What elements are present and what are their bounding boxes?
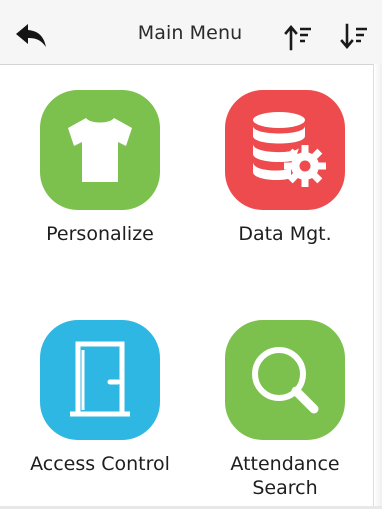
magnifier-icon [252, 347, 319, 414]
menu-item-personalize[interactable]: Personalize [15, 90, 185, 246]
sort-descending-icon [340, 23, 367, 50]
back-arrow-icon [16, 24, 46, 47]
menu-item-access-control[interactable]: Access Control [15, 320, 185, 476]
tshirt-icon [68, 118, 132, 182]
database-gear-icon [253, 112, 326, 187]
scrollbar-track[interactable] [373, 64, 382, 509]
attendance-search-tile [225, 320, 345, 440]
menu-item-label: Data Mgt. [238, 223, 332, 245]
menu-item-label-line1: Attendance [230, 453, 340, 475]
sort-ascending-icon [284, 24, 311, 51]
title-bar: Main Menu [0, 0, 382, 65]
menu-item-label: Personalize [46, 223, 154, 245]
data-mgt-tile [225, 90, 345, 210]
back-button[interactable] [14, 20, 50, 50]
page-title: Main Menu [137, 22, 243, 44]
menu-item-label: Attendance Search [200, 452, 370, 500]
door-icon [70, 341, 130, 417]
access-control-tile [40, 320, 160, 440]
personalize-tile [40, 90, 160, 210]
menu-item-label: Access Control [30, 453, 170, 475]
main-menu-screen: Main Menu Personalize Data Mgt. Access C… [0, 0, 382, 509]
sort-descending-button[interactable] [340, 22, 370, 52]
menu-item-data-mgt[interactable]: Data Mgt. [200, 90, 370, 246]
menu-item-label-line2: Search [252, 477, 318, 499]
menu-item-attendance-search[interactable]: Attendance Search [200, 320, 370, 500]
sort-ascending-button[interactable] [284, 22, 314, 52]
